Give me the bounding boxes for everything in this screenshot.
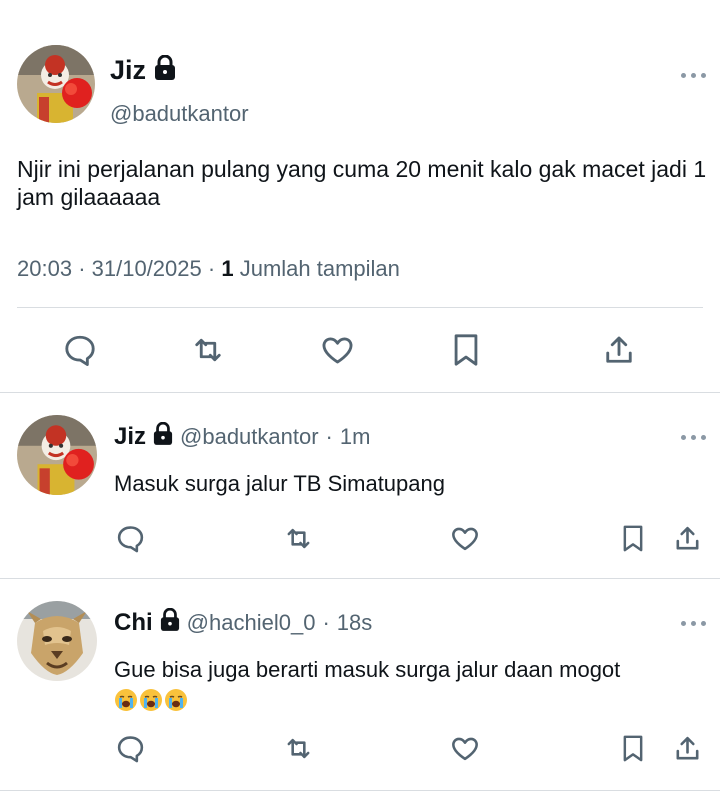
author-handle[interactable]: @badutkantor	[110, 101, 249, 127]
author-handle[interactable]: @hachiel0_0	[187, 610, 316, 636]
heart-icon[interactable]	[319, 332, 356, 368]
author-name[interactable]: Jiz	[114, 423, 146, 451]
reply-text: Gue bisa juga berarti masuk surga jalur …	[114, 657, 621, 682]
reply-icon[interactable]	[115, 733, 146, 764]
more-icon[interactable]	[681, 621, 706, 626]
author-name[interactable]: Chi	[114, 609, 153, 637]
loudly-crying-face-icon	[139, 688, 163, 712]
more-icon[interactable]	[681, 73, 706, 78]
views-count: 1	[221, 256, 234, 281]
divider	[17, 307, 703, 308]
views-label[interactable]: Jumlah tampilan	[240, 256, 400, 281]
heart-icon[interactable]	[449, 733, 481, 764]
meta-separator: ·	[207, 256, 216, 281]
reply-icon[interactable]	[62, 332, 98, 368]
share-icon[interactable]	[601, 332, 637, 368]
share-icon[interactable]	[672, 733, 703, 764]
divider	[0, 578, 720, 579]
meta-separator: ·	[78, 256, 86, 281]
share-icon[interactable]	[672, 523, 703, 554]
author-handle[interactable]: @badutkantor	[180, 424, 319, 450]
tweet-text: Njir ini perjalanan pulang yang cuma 20 …	[17, 156, 707, 210]
emoji-row	[114, 688, 189, 712]
avatar[interactable]	[17, 601, 97, 681]
lock-icon	[154, 54, 176, 86]
bookmark-icon[interactable]	[619, 732, 647, 765]
meta-separator: ·	[325, 423, 333, 449]
reply-icon[interactable]	[115, 523, 146, 554]
loudly-crying-face-icon	[164, 688, 188, 712]
divider	[0, 790, 720, 791]
tweet-date[interactable]: 31/10/2025	[92, 256, 202, 281]
lock-icon	[160, 607, 180, 637]
divider	[0, 392, 720, 393]
bookmark-icon[interactable]	[619, 522, 647, 555]
retweet-icon[interactable]	[282, 733, 315, 764]
avatar[interactable]	[17, 45, 95, 123]
retweet-icon[interactable]	[189, 332, 227, 368]
author-name[interactable]: Jiz	[110, 55, 146, 86]
retweet-icon[interactable]	[282, 523, 315, 554]
avatar[interactable]	[17, 415, 97, 495]
more-icon[interactable]	[681, 435, 706, 440]
loudly-crying-face-icon	[114, 688, 138, 712]
reply-text: Masuk surga jalur TB Simatupang	[114, 471, 445, 496]
tweet-time[interactable]: 20:03	[17, 256, 72, 281]
meta-separator: ·	[322, 609, 330, 635]
reply-age[interactable]: 1m	[340, 424, 371, 450]
lock-icon	[153, 421, 173, 451]
reply-age[interactable]: 18s	[337, 610, 372, 636]
tweet-meta: 20:03 · 31/10/2025 · 1 Jumlah tampilan	[17, 256, 400, 282]
bookmark-icon[interactable]	[449, 331, 483, 369]
heart-icon[interactable]	[449, 523, 481, 554]
